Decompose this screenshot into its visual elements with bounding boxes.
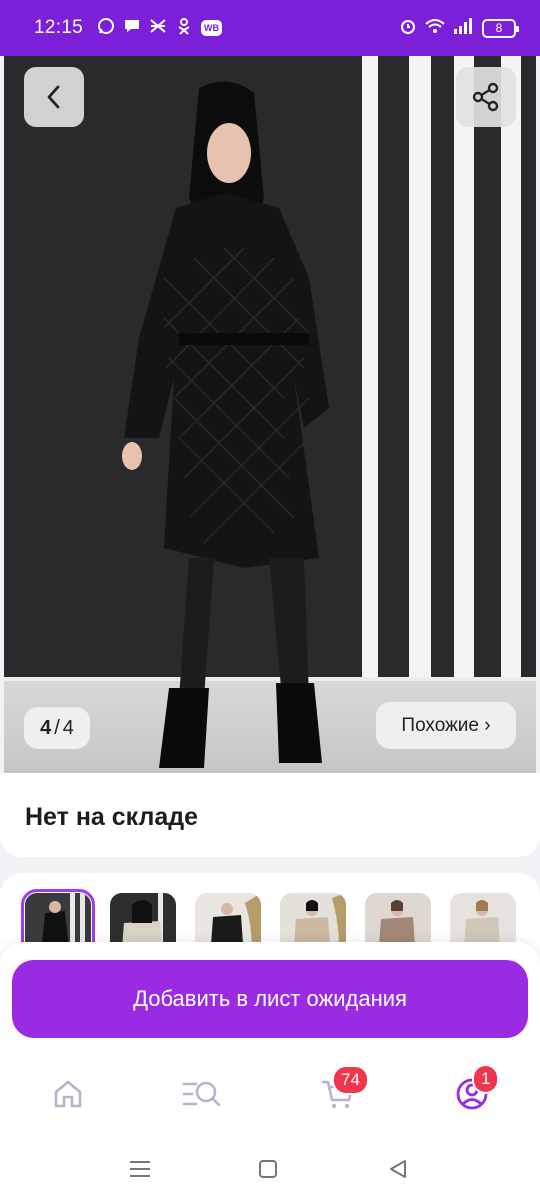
wall-stripe xyxy=(454,56,474,691)
battery-icon: 8 xyxy=(482,18,519,38)
similar-button[interactable]: Похожие › xyxy=(376,702,516,749)
cart-badge: 74 xyxy=(332,1065,369,1095)
wall-stripe xyxy=(362,56,378,691)
wifi-icon xyxy=(424,17,446,40)
signal-icon xyxy=(453,17,475,40)
system-home-button[interactable] xyxy=(248,1154,288,1184)
wb-icon: WB xyxy=(201,20,223,36)
home-icon xyxy=(54,1080,82,1108)
status-bar: 12:15 WB 8 xyxy=(0,0,540,56)
add-to-waitlist-button[interactable]: Добавить в лист ожидания xyxy=(12,960,528,1038)
total-image-count: 4 xyxy=(62,716,74,739)
chevron-left-icon xyxy=(47,85,60,109)
tab-catalog[interactable] xyxy=(172,1072,232,1116)
notification-icons: WB xyxy=(97,17,223,39)
system-navigation-bar xyxy=(0,1140,540,1200)
ok-icon xyxy=(175,17,193,39)
bottom-tab-bar: 74 1 xyxy=(0,1050,540,1140)
menu-icon xyxy=(130,1161,150,1177)
share-button[interactable] xyxy=(456,67,516,127)
product-photo[interactable]: 4 / 4 Похожие › xyxy=(4,56,536,773)
share-icon xyxy=(472,82,499,112)
wall-stripe xyxy=(409,56,431,691)
wall-stripe xyxy=(501,56,521,691)
whatsapp-icon xyxy=(97,17,115,39)
similar-label: Похожие › xyxy=(401,714,491,736)
current-image-index: 4 xyxy=(40,716,52,739)
profile-badge: 1 xyxy=(472,1064,500,1094)
status-time: 12:15 xyxy=(34,17,84,38)
action-sheet: Добавить в лист ожидания xyxy=(0,942,540,1050)
counter-separator: / xyxy=(54,716,60,739)
alarm-icon xyxy=(399,17,417,40)
tab-home[interactable] xyxy=(38,1072,98,1116)
stock-status-card: Нет на складе xyxy=(0,773,540,857)
image-counter: 4 / 4 xyxy=(24,707,90,749)
chat-icon xyxy=(123,17,141,39)
model-in-black-coat xyxy=(122,81,329,768)
home-square-icon xyxy=(259,1160,277,1178)
back-triangle-icon xyxy=(390,1160,406,1178)
catalog-search-icon xyxy=(182,1081,221,1107)
stock-status: Нет на складе xyxy=(25,803,199,831)
recent-apps-button[interactable] xyxy=(120,1154,160,1184)
system-back-button[interactable] xyxy=(378,1154,418,1184)
back-button[interactable] xyxy=(24,67,84,127)
app-icon xyxy=(149,17,167,39)
status-right: 8 xyxy=(399,17,519,40)
